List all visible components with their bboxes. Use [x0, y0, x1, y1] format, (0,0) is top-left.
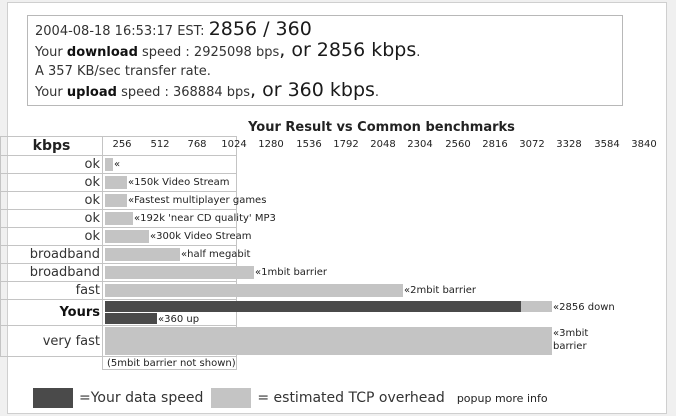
download-label: download: [66, 45, 138, 60]
popup-more-info-link[interactable]: popup more info: [457, 392, 548, 405]
benchmark-row: broadband «half megabit: [0, 245, 250, 264]
tick-label: 2304: [407, 139, 433, 150]
benchmark-bar: [105, 248, 180, 261]
bar-cell: «192k 'near CD quality' MP3: [102, 209, 276, 228]
tick-label: 768: [187, 139, 207, 150]
bar-cell: «2mbit barrier: [102, 281, 476, 300]
footnote: (5mbit barrier not shown): [102, 356, 237, 370]
benchmark-row: Yours «2856 down «360 up: [0, 299, 615, 326]
tick-label: 256: [112, 139, 132, 150]
row-label: broadband: [0, 263, 103, 282]
benchmark-header-row: kbps 256 512 768 1024 1280 1536 1792 2048 2304 25…: [0, 136, 657, 156]
footnote-row: (5mbit barrier not shown): [0, 356, 237, 370]
upload-end: .: [374, 85, 380, 100]
legend-dark-swatch: [33, 388, 73, 408]
upload-bps: speed : 368884 bps: [121, 85, 251, 100]
row-label: ok: [0, 191, 103, 210]
tick-label: 1280: [258, 139, 284, 150]
benchmark-bar: [105, 230, 149, 243]
tick-label: 2816: [482, 139, 508, 150]
kbps-header: kbps: [0, 136, 103, 156]
tick-label: 3840: [631, 139, 657, 150]
bar-label: «300k Video Stream: [150, 231, 252, 242]
benchmark-bar: [105, 212, 133, 225]
benchmark-row: broadband «1mbit barrier: [0, 263, 327, 282]
upload-kbps: , or 360 kbps: [250, 79, 375, 101]
benchmark-row: ok «150k Video Stream: [0, 173, 237, 192]
bar-label: «1mbit barrier: [255, 267, 328, 278]
benchmark-row: very fast «3mbit barrier: [0, 325, 588, 357]
benchmark-row: ok «192k 'near CD quality' MP3: [0, 209, 276, 228]
tick-label: 512: [150, 139, 170, 150]
tick-label: 3328: [556, 139, 582, 150]
footnote-spacer: [0, 356, 103, 370]
row-label: ok: [0, 209, 103, 228]
your-speed-bar: [105, 301, 521, 312]
benchmark-bar: [105, 284, 403, 297]
bar-label: «2mbit barrier: [404, 285, 477, 296]
benchmark-bar: [105, 194, 127, 207]
download-prefix: Your: [35, 45, 63, 60]
benchmark-row: ok «Fastest multiplayer games: [0, 191, 266, 210]
tick-label: 1792: [333, 139, 359, 150]
tick-label: 3072: [519, 139, 545, 150]
tick-scale: 256 512 768 1024 1280 1536 1792 2048 2304 2560 281…: [102, 136, 657, 156]
legend-light-swatch: [211, 388, 252, 408]
bar-cell: «150k Video Stream: [102, 173, 237, 192]
bar-label: «: [114, 159, 121, 170]
download-kbps: , or 2856 kbps: [279, 39, 417, 61]
bar-cell: «1mbit barrier: [102, 263, 327, 282]
tick-label: 1024: [221, 139, 247, 150]
benchmark-bar: [105, 327, 552, 355]
bar-label: «192k 'near CD quality' MP3: [134, 213, 276, 224]
benchmark-row: ok «: [0, 155, 237, 174]
row-label: Yours: [0, 299, 103, 326]
bar-cell: «300k Video Stream: [102, 227, 252, 246]
tick-label: 3584: [594, 139, 620, 150]
upload-prefix: Your: [35, 85, 63, 100]
benchmark-bar: [105, 266, 254, 279]
benchmark-table: kbps 256 512 768 1024 1280 1536 1792 2048 2304 25…: [0, 136, 657, 370]
bar-cell: «half megabit: [102, 245, 250, 264]
download-bps: speed : 2925098 bps: [142, 45, 280, 60]
timestamp: 2004-08-18 16:53:17 EST:: [35, 24, 205, 39]
benchmark-bar: [105, 176, 127, 189]
bar-cell: «2856 down «360 up: [102, 299, 615, 326]
row-label: fast: [0, 281, 103, 300]
benchmark-bar: [105, 158, 113, 171]
bar-label: «360 up: [158, 314, 200, 325]
tick-label: 1536: [296, 139, 322, 150]
tick-label: 2048: [370, 139, 396, 150]
benchmark-row: ok «300k Video Stream: [0, 227, 252, 246]
legend-light-text: = estimated TCP overhead: [257, 390, 445, 406]
bar-label: «150k Video Stream: [128, 177, 230, 188]
row-label: ok: [0, 155, 103, 174]
row-label: broadband: [0, 245, 103, 264]
headline-speed: 2856 / 360: [208, 18, 312, 40]
benchmark-title: Your Result vs Common benchmarks: [248, 120, 515, 135]
benchmark-row: fast «2mbit barrier: [0, 281, 476, 300]
legend-dark-text: =Your data speed: [79, 390, 204, 406]
speed-summary-box: 2004-08-18 16:53:17 EST: 2856 / 360 Your…: [27, 15, 623, 106]
bar-label: «3mbit barrier: [553, 328, 589, 352]
bar-cell: «3mbit barrier: [102, 325, 588, 357]
bar-label: «2856 down: [553, 302, 615, 313]
legend: =Your data speed = estimated TCP overhea…: [33, 386, 548, 410]
bar-label: «Fastest multiplayer games: [128, 195, 267, 206]
bar-label: «half megabit: [181, 249, 251, 260]
your-speed-bar: [105, 313, 157, 324]
row-label: ok: [0, 227, 103, 246]
row-label: very fast: [0, 325, 103, 357]
bar-cell: «: [102, 155, 237, 174]
download-end: .: [416, 45, 421, 60]
tick-label: 2560: [445, 139, 471, 150]
bar-cell: «Fastest multiplayer games: [102, 191, 266, 210]
row-label: ok: [0, 173, 103, 192]
upload-label: upload: [66, 85, 117, 100]
